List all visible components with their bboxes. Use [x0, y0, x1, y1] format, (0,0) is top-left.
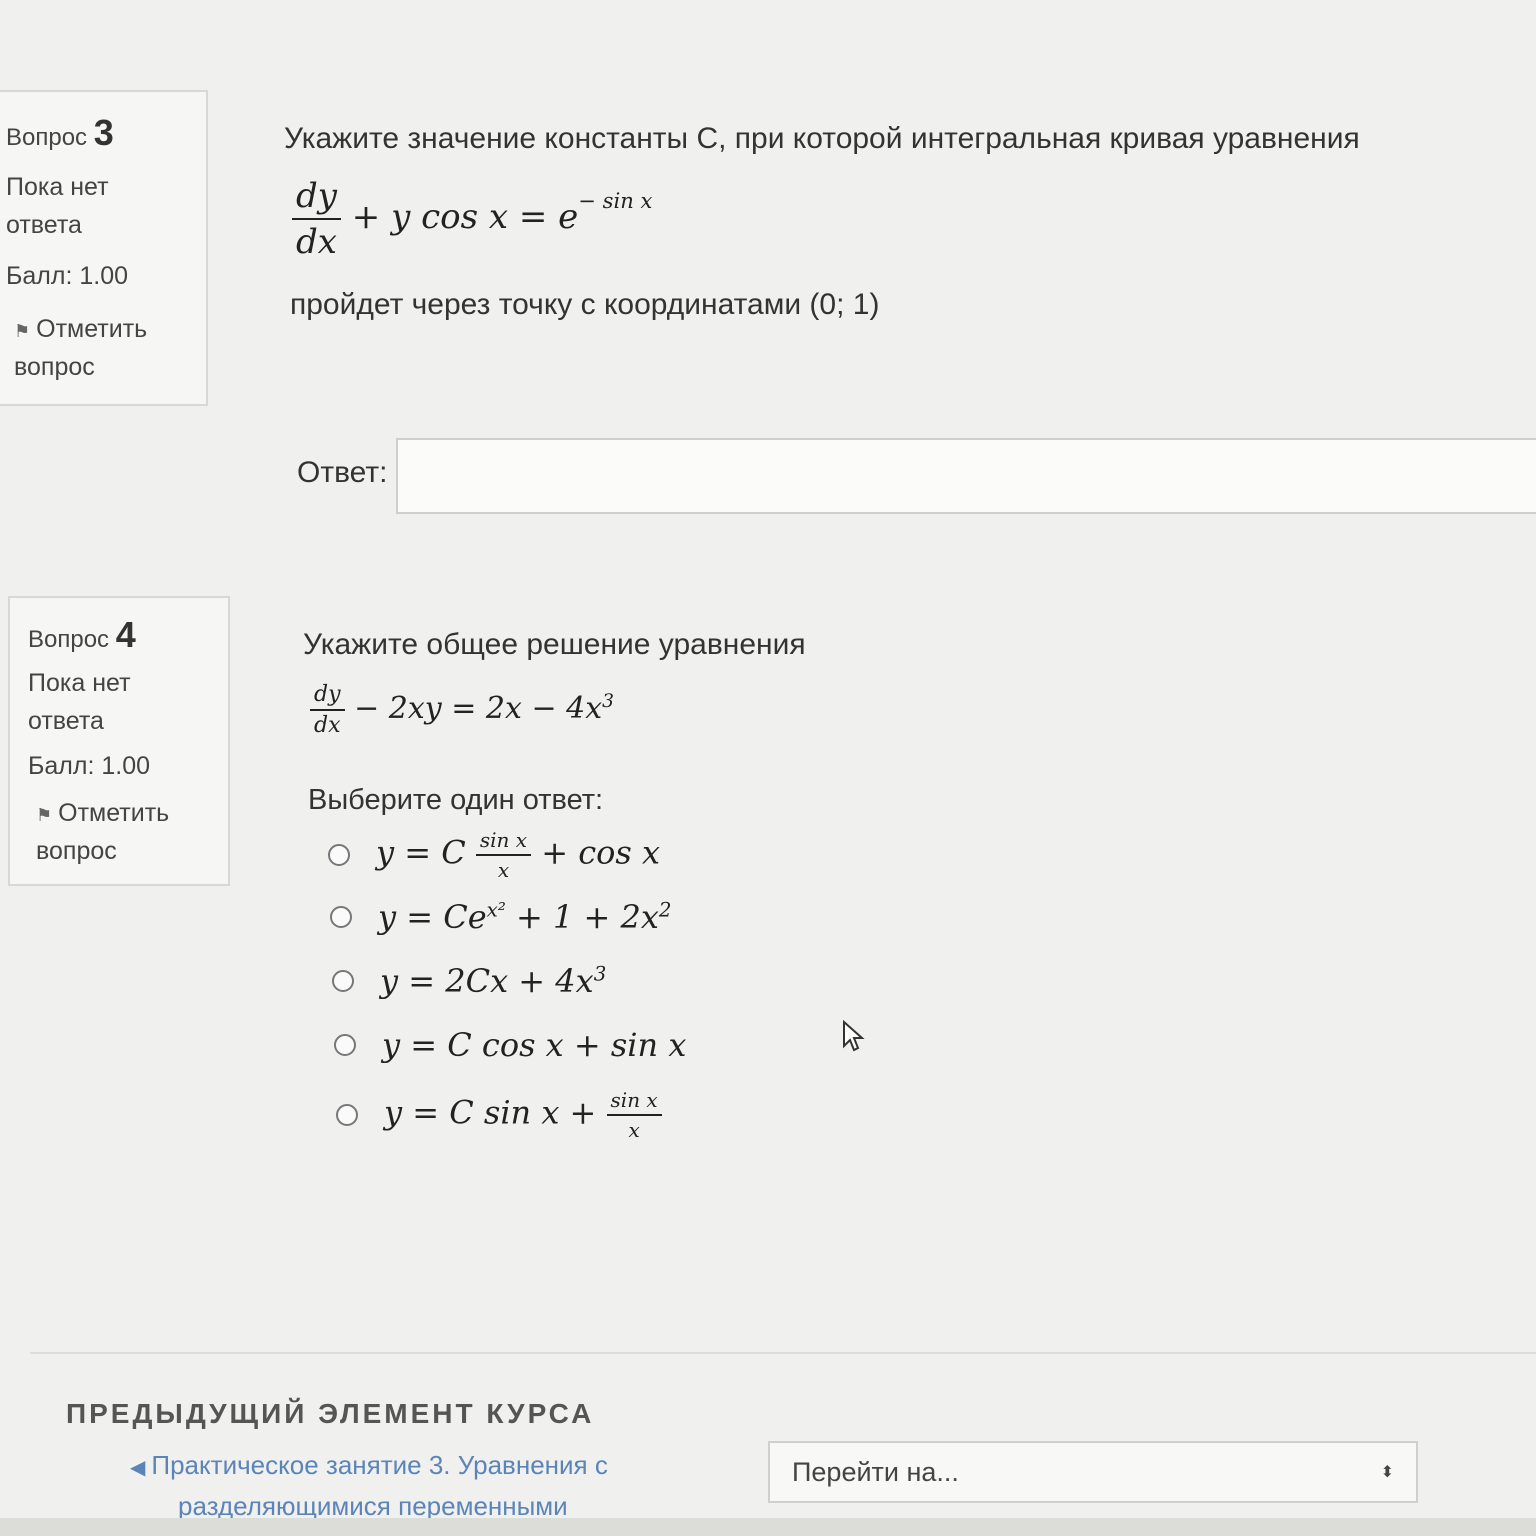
flag-icon: ⚑ — [36, 805, 53, 825]
question-grade: Балл: 1.00 — [6, 262, 129, 290]
previous-link-line-2: разделяющимися переменными — [178, 1491, 568, 1521]
flag-label-2: вопрос — [14, 353, 95, 381]
question-state: Пока нет ответа — [6, 168, 206, 244]
radio-button[interactable] — [330, 906, 352, 928]
derivative-fraction: dy dx — [310, 682, 345, 738]
answer-option-3[interactable]: y = 2Cx + 4x3 — [332, 962, 606, 1000]
radio-button[interactable] — [328, 844, 350, 866]
derivative-fraction: dy dx — [292, 176, 341, 262]
option-part-b: + cos x — [541, 833, 661, 872]
equation-rest: + y cos x = e — [351, 197, 579, 237]
previous-activity-link[interactable]: ◀ Практическое занятие 3. Уравнения с раз… — [130, 1446, 608, 1525]
arrow-left-icon: ◀ — [130, 1457, 146, 1479]
equation-rest: − 2xy = 2x − 4x — [354, 691, 603, 726]
option-formula: y = C cos x + sin x — [382, 1026, 687, 1064]
jump-to-placeholder: Перейти на... — [792, 1456, 959, 1487]
flag-label-2: вопрос — [36, 837, 117, 865]
equation-exponent: − sin x — [578, 188, 653, 213]
answer-option-4[interactable]: y = C cos x + sin x — [334, 1026, 686, 1064]
previous-link-line-1: Практическое занятие 3. Уравнения с — [151, 1450, 608, 1480]
option-part-a: y = 2Cx + 4x — [380, 962, 594, 1000]
question-state: Пока нет ответа — [28, 664, 228, 740]
option-part-a: y = C sin x + — [384, 1093, 597, 1132]
footer-divider — [30, 1352, 1536, 1354]
answer-option-1[interactable]: y = C sin x x + cos x — [328, 828, 660, 882]
quiz-page: Вопрос 3 Пока нет ответа Балл: 1.00 ⚑ Отм… — [0, 0, 1536, 1536]
question-3-equation: dy dx + y cos x = e− sin x — [292, 176, 652, 262]
option-part-b: + 1 + 2x — [515, 898, 659, 936]
question-number-value: 4 — [115, 614, 136, 655]
previous-activity-heading: ПРЕДЫДУЩИЙ ЭЛЕМЕНТ КУРСА — [66, 1398, 595, 1429]
choose-one-label: Выберите один ответ: — [308, 784, 604, 816]
option-formula: y = Cex² + 1 + 2x2 — [378, 898, 672, 936]
fraction-numerator: sin x — [606, 1088, 662, 1116]
question-3-info: Вопрос 3 Пока нет ответа Балл: 1.00 ⚑ Отм… — [0, 90, 208, 406]
bottom-edge — [0, 1518, 1536, 1536]
question-label: Вопрос — [28, 626, 110, 653]
state-line-1: Пока нет — [6, 173, 109, 201]
radio-button[interactable] — [334, 1034, 356, 1056]
state-line-2: ответа — [6, 211, 82, 239]
state-line-2: ответа — [28, 707, 104, 735]
state-line-1: Пока нет — [28, 669, 131, 697]
flag-question-link[interactable]: ⚑ Отметить вопрос — [28, 795, 228, 869]
flag-icon: ⚑ — [14, 321, 31, 341]
question-3-text: Укажите значение константы C, при которо… — [284, 122, 1360, 155]
option-fraction: sin x x — [475, 828, 532, 882]
option-formula: y = C sin x x + cos x — [376, 828, 660, 882]
question-3-text-2: пройдет через точку с координатами (0; 1… — [290, 288, 880, 321]
answer-option-5[interactable]: y = C sin x + sin x x — [336, 1088, 662, 1142]
fraction-numerator: dy — [310, 682, 345, 711]
question-4-equation: dy dx − 2xy = 2x − 4x3 — [310, 682, 614, 738]
question-number-value: 3 — [93, 112, 114, 153]
fraction-denominator: x — [628, 1118, 640, 1142]
option-exponent-2: 2 — [658, 898, 672, 922]
select-arrows-icon: ⬍ — [1380, 1464, 1394, 1481]
option-exponent: 3 — [593, 962, 607, 986]
answer-label: Ответ: — [297, 456, 388, 489]
flag-label-1: Отметить — [58, 799, 170, 827]
question-4-text: Укажите общее решение уравнения — [303, 628, 806, 661]
radio-button[interactable] — [332, 970, 354, 992]
mouse-cursor-icon — [843, 1020, 865, 1052]
flag-question-link[interactable]: ⚑ Отметить вопрос — [6, 311, 206, 385]
question-number: Вопрос 4 — [28, 614, 228, 656]
question-4-info: Вопрос 4 Пока нет ответа Балл: 1.00 ⚑ Отм… — [8, 596, 230, 886]
answer-option-2[interactable]: y = Cex² + 1 + 2x2 — [330, 898, 672, 936]
option-part-a: y = C — [376, 833, 466, 872]
answer-input[interactable] — [396, 438, 1536, 514]
radio-button[interactable] — [336, 1104, 358, 1126]
fraction-denominator: dx — [314, 713, 341, 738]
jump-to-select[interactable]: Перейти на... ⬍ — [768, 1441, 1418, 1503]
option-exponent: x² — [486, 898, 506, 922]
question-label: Вопрос — [6, 124, 88, 151]
option-part-a: y = Ce — [378, 898, 487, 936]
question-number: Вопрос 3 — [6, 112, 206, 154]
fraction-denominator: dx — [296, 222, 337, 262]
option-formula: y = C sin x + sin x x — [384, 1088, 662, 1142]
option-fraction: sin x x — [606, 1088, 662, 1142]
option-formula: y = 2Cx + 4x3 — [380, 962, 606, 1000]
fraction-denominator: x — [497, 858, 510, 882]
question-grade: Балл: 1.00 — [28, 752, 151, 780]
flag-label-1: Отметить — [36, 315, 148, 343]
fraction-numerator: sin x — [475, 828, 532, 856]
fraction-numerator: dy — [292, 176, 341, 220]
equation-exponent: 3 — [602, 691, 614, 712]
